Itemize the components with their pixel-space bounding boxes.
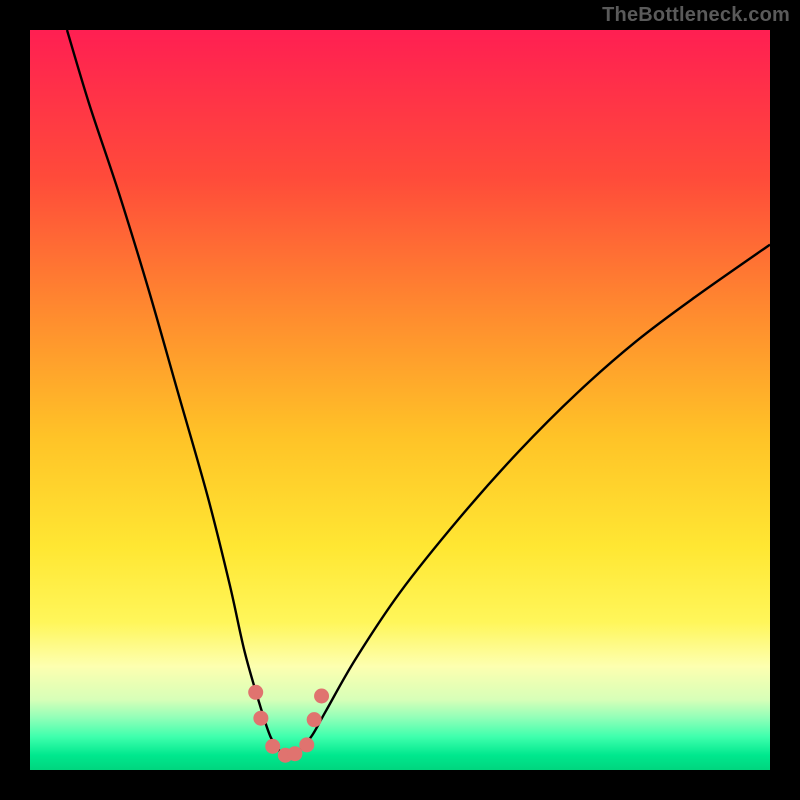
- watermark-text: TheBottleneck.com: [602, 4, 790, 27]
- marker-dot: [253, 711, 268, 726]
- bottleneck-chart: [30, 30, 770, 770]
- marker-dot: [265, 739, 280, 754]
- marker-dot: [287, 746, 302, 761]
- marker-dot: [307, 712, 322, 727]
- marker-dot: [314, 689, 329, 704]
- marker-dot: [299, 737, 314, 752]
- marker-dot: [248, 685, 263, 700]
- chart-frame: TheBottleneck.com: [0, 0, 800, 800]
- gradient-background: [30, 30, 770, 770]
